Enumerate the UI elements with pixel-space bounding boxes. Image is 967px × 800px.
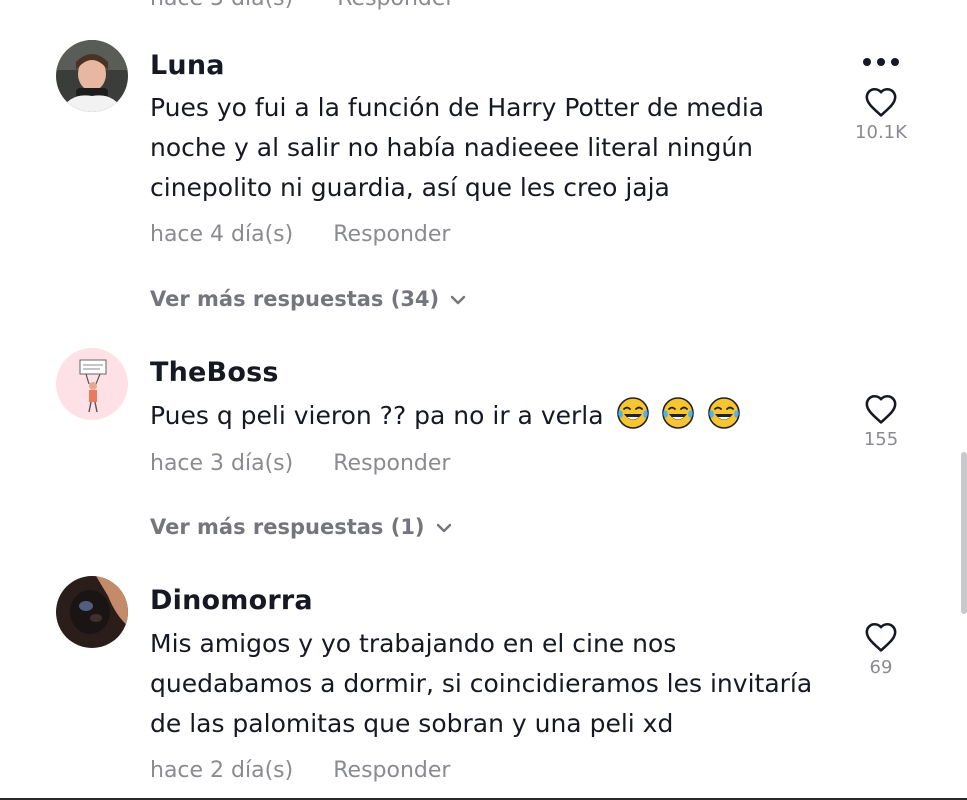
view-more-replies-button[interactable]: Ver más respuestas (1): [150, 515, 453, 539]
chevron-down-icon: [450, 295, 466, 305]
reply-button[interactable]: Responder: [333, 758, 450, 783]
avatar[interactable]: [56, 348, 128, 420]
laughing-tears-emoji-icon: [662, 397, 695, 429]
like-control: 10.1K: [846, 86, 916, 143]
more-options-button[interactable]: [859, 54, 903, 70]
comment-time: hace 4 día(s): [150, 222, 294, 247]
comment-time: hace 3 día(s): [150, 451, 294, 476]
comment-meta: hace 4 día(s) Responder: [150, 222, 450, 247]
laughing-tears-emoji-icon: [616, 397, 649, 429]
comment-username[interactable]: Dinomorra: [150, 585, 313, 616]
comment-text: Pues yo fui a la función de Harry Potter…: [150, 93, 765, 202]
avatar[interactable]: [56, 40, 128, 112]
like-control: 69: [846, 621, 916, 678]
comment-text: Pues q peli vieron ?? pa no ir a verla: [150, 396, 830, 436]
comment-time: hace 5 día(s): [150, 0, 293, 11]
heart-outline-icon[interactable]: [864, 393, 898, 425]
chevron-down-icon: [436, 523, 451, 533]
like-count: 10.1K: [855, 122, 907, 143]
heart-outline-icon[interactable]: [864, 621, 898, 653]
comment-meta: hace 2 día(s) Responder: [150, 758, 450, 783]
view-more-replies-label: Ver más respuestas (1): [150, 515, 425, 539]
like-count: 69: [869, 657, 893, 678]
avatar[interactable]: [56, 576, 128, 648]
comment-meta: hace 3 día(s) Responder: [150, 451, 450, 476]
comment-text: Mis amigos y yo trabajando en el cine no…: [150, 629, 813, 738]
comment-username[interactable]: Luna: [150, 50, 225, 81]
comment-text-body: Pues q peli vieron ?? pa no ir a verla: [150, 401, 604, 430]
reply-button[interactable]: Responder: [333, 451, 450, 476]
heart-outline-icon[interactable]: [864, 86, 898, 118]
previous-comment-meta: hace 5 día(s) Responder: [150, 0, 454, 11]
comment-time: hace 2 día(s): [150, 758, 294, 783]
laughing-tears-emoji-icon: [708, 397, 741, 429]
like-count: 155: [863, 429, 899, 450]
like-control: 155: [846, 393, 916, 450]
ellipsis-icon: [863, 58, 899, 66]
reply-button[interactable]: Responder: [337, 0, 454, 11]
scrollbar-thumb[interactable]: [961, 452, 967, 614]
view-more-replies-button[interactable]: Ver más respuestas (34): [150, 287, 467, 311]
comment-username[interactable]: TheBoss: [150, 357, 279, 388]
view-more-replies-label: Ver más respuestas (34): [150, 287, 440, 311]
reply-button[interactable]: Responder: [333, 222, 450, 247]
comments-panel: hace 5 día(s) Responder Luna Pues yo fui …: [0, 0, 967, 800]
